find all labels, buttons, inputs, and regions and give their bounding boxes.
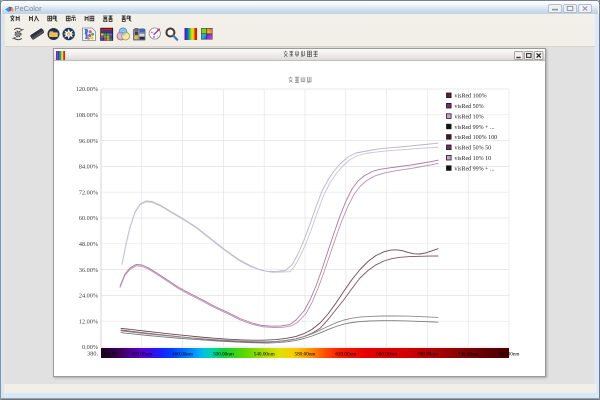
svg-text:visRed 99% + ...: visRed 99% + ... bbox=[455, 166, 496, 172]
svg-text:visRed 100%: visRed 100% bbox=[455, 94, 487, 100]
svg-text:620.00nm: 620.00nm bbox=[335, 351, 356, 357]
svg-text:96.00%: 96.00% bbox=[79, 138, 98, 145]
svg-text:visRed 99% + ...: visRed 99% + ... bbox=[455, 125, 496, 131]
svg-text:visRed 10% 10: visRed 10% 10 bbox=[455, 156, 492, 162]
svg-text:460.00nm: 460.00nm bbox=[172, 351, 193, 357]
svg-text:540.00nm: 540.00nm bbox=[254, 351, 275, 357]
svg-text:visRed 50%: visRed 50% bbox=[455, 104, 484, 110]
svg-text:60.00%: 60.00% bbox=[79, 215, 98, 222]
svg-text:380.: 380. bbox=[87, 350, 98, 357]
svg-text:380.00: 380.00 bbox=[103, 351, 118, 357]
svg-text:visRed 100% 100: visRed 100% 100 bbox=[455, 135, 498, 141]
svg-text:108.00%: 108.00% bbox=[76, 112, 98, 119]
svg-text:660.00nm: 660.00nm bbox=[376, 351, 397, 357]
svg-text:420.00nm: 420.00nm bbox=[131, 351, 152, 357]
svg-text:84.00%: 84.00% bbox=[79, 164, 98, 171]
svg-text:500.00nm: 500.00nm bbox=[213, 351, 234, 357]
svg-text:visRed 10%: visRed 10% bbox=[455, 114, 484, 120]
svg-text:36.00%: 36.00% bbox=[79, 267, 98, 274]
svg-text:24.00%: 24.00% bbox=[79, 293, 98, 300]
svg-text:48.00%: 48.00% bbox=[79, 241, 98, 248]
svg-text:120.00%: 120.00% bbox=[76, 86, 98, 93]
svg-text:700.00nm: 700.00nm bbox=[417, 351, 438, 357]
svg-text:72.00%: 72.00% bbox=[79, 189, 98, 196]
svg-text:visRed 50% 50: visRed 50% 50 bbox=[455, 146, 492, 152]
svg-text:12.00%: 12.00% bbox=[79, 318, 98, 325]
svg-text:740.00nm: 740.00nm bbox=[458, 351, 479, 357]
svg-text:580.00nm: 580.00nm bbox=[295, 351, 316, 357]
svg-text:780.00nm: 780.00nm bbox=[499, 351, 520, 357]
